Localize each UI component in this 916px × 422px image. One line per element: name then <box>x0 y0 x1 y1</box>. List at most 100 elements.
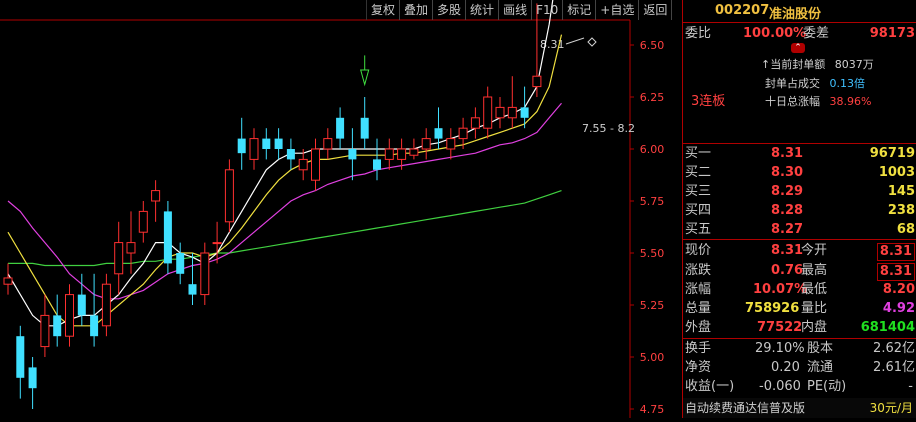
candle-body <box>323 138 333 150</box>
candle-body <box>28 367 37 389</box>
candle-body <box>274 138 283 149</box>
stock-header[interactable]: 002207 准油股份 <box>683 0 916 23</box>
candle-body <box>507 106 517 119</box>
candle-body <box>188 284 197 295</box>
bid-label: 买五 <box>685 222 712 237</box>
candle-body <box>458 127 468 140</box>
turn-label: 换手 <box>685 341 712 356</box>
bid-volume: 68 <box>896 222 915 237</box>
chg-value: 0.76 <box>771 263 804 278</box>
candle-body <box>16 336 25 378</box>
down-arrow-icon <box>360 69 370 87</box>
diamond-icon <box>587 37 597 47</box>
tenday-value: 38.96% <box>829 95 872 108</box>
bid-row[interactable]: 买三 8.29 145 <box>683 182 916 202</box>
candle-body <box>53 315 62 337</box>
weibi-label: 委比 <box>685 26 712 41</box>
kline-chart[interactable]: 6.50 6.25 6.00 5.75 5.50 5.25 5.00 4.75 8.31 7.55… <box>0 0 682 418</box>
turn-value: 29.10% <box>755 341 805 356</box>
ma-green-line <box>8 190 562 267</box>
candle-body <box>237 138 246 154</box>
chg-label: 涨跌 <box>685 263 712 278</box>
bid-volume: 96719 <box>869 146 915 161</box>
cap-label: 股本 <box>807 341 834 356</box>
seal-ratio-value: 0.13倍 <box>829 77 866 90</box>
vr-value: 4.92 <box>882 301 915 316</box>
y-tick-label: 4.75 <box>640 403 665 416</box>
y-tick-label: 5.00 <box>640 351 665 364</box>
low-label: 最低 <box>801 282 828 297</box>
eps-value: -0.060 <box>759 379 801 394</box>
toolbar-add-watchlist-button[interactable]: +自选 <box>596 0 640 20</box>
quote-row-outin: 外盘 77522 内盘 681404 <box>683 318 916 338</box>
bid-volume: 238 <box>887 203 915 218</box>
candle-body <box>212 242 222 245</box>
bid-row[interactable]: 买四 8.28 238 <box>683 201 916 221</box>
quote-row-volume: 总量 758926 量比 4.92 <box>683 299 916 319</box>
toolbar-mark-button[interactable]: 标记 <box>563 0 597 20</box>
collapse-arrow-icon[interactable]: ⌃ <box>791 43 805 53</box>
vr-label: 量比 <box>801 301 828 316</box>
high-label: 最高 <box>801 263 828 278</box>
toolbar-overlay-button[interactable]: 叠加 <box>400 0 434 20</box>
promo-price: 30元/月 <box>869 401 913 415</box>
pct-label: 涨幅 <box>685 282 712 297</box>
candle-body <box>483 96 493 129</box>
toolbar-restore-rights-button[interactable]: 复权 <box>367 0 401 20</box>
weicha-label: 委差 <box>803 26 830 41</box>
bid-row[interactable]: 买二 8.30 1003 <box>683 163 916 183</box>
y-tick-label: 6.25 <box>640 91 665 104</box>
bid-price: 8.29 <box>771 184 804 199</box>
quote-row-eps: 收益(一) -0.060 PE(动) - <box>683 377 916 397</box>
kline-svg[interactable]: 6.506.256.005.755.505.255.004.758.317.55… <box>0 0 682 418</box>
cap-value: 2.62亿 <box>873 341 915 356</box>
candle-body <box>298 158 308 171</box>
tenday-label: 十日总涨幅 <box>765 95 820 108</box>
candle-body <box>384 148 394 160</box>
candle-body <box>470 117 480 129</box>
candle-body <box>163 211 172 264</box>
vol-label: 总量 <box>685 301 712 316</box>
vol-value: 758926 <box>745 301 800 316</box>
candle-body <box>373 159 381 170</box>
bid-price: 8.30 <box>771 165 804 180</box>
toolbar-multi-stock-button[interactable]: 多股 <box>433 0 467 20</box>
bid-row[interactable]: 买五 8.27 68 <box>683 220 916 240</box>
candle-body <box>360 117 369 139</box>
seal-amount-label: ↑当前封单额 <box>761 58 826 71</box>
nav-label: 净资 <box>685 360 712 375</box>
candle-body <box>3 277 13 285</box>
candle-body <box>446 138 456 150</box>
candle-body <box>434 128 443 139</box>
promo-banner[interactable]: 自动续费通达信普及版 30元/月 <box>683 398 916 418</box>
in-value: 681404 <box>860 320 915 335</box>
candle-body <box>151 190 161 202</box>
candle-body <box>409 148 419 156</box>
candle-body <box>114 242 124 275</box>
divider <box>683 239 916 240</box>
y-tick-label: 6.00 <box>640 143 665 156</box>
order-box-pointer <box>565 37 585 45</box>
promo-text: 自动续费通达信普及版 <box>685 401 806 415</box>
bid-label: 买一 <box>685 146 712 161</box>
bid-price: 8.31 <box>771 146 804 161</box>
tenday-row: 十日总涨幅 38.96% <box>765 93 871 109</box>
weibi-row: 委比 100.00% 委差 98173 <box>683 24 916 44</box>
candle-body <box>348 149 357 160</box>
order-box-bottom-label: 7.55 - 8.2 <box>582 122 635 135</box>
bid-price: 8.27 <box>771 222 804 237</box>
candle-body <box>286 149 295 160</box>
streak-badge: 3连板 <box>691 94 726 109</box>
toolbar-stats-button[interactable]: 统计 <box>466 0 500 20</box>
open-value: 8.31 <box>876 243 915 261</box>
chart-toolbar: 复权 叠加 多股 统计 画线 F10 标记 +自选 返回 <box>366 0 673 20</box>
y-tick-label: 5.75 <box>640 195 665 208</box>
ma-magenta-line <box>7 102 562 300</box>
toolbar-draw-line-button[interactable]: 画线 <box>499 0 533 20</box>
bid-row[interactable]: 买一 8.31 96719 <box>683 144 916 164</box>
candle-body <box>40 314 50 348</box>
y-tick-label: 5.25 <box>640 299 665 312</box>
toolbar-f10-button[interactable]: F10 <box>532 0 564 20</box>
out-value: 77522 <box>757 320 803 335</box>
toolbar-back-button[interactable]: 返回 <box>639 0 673 20</box>
